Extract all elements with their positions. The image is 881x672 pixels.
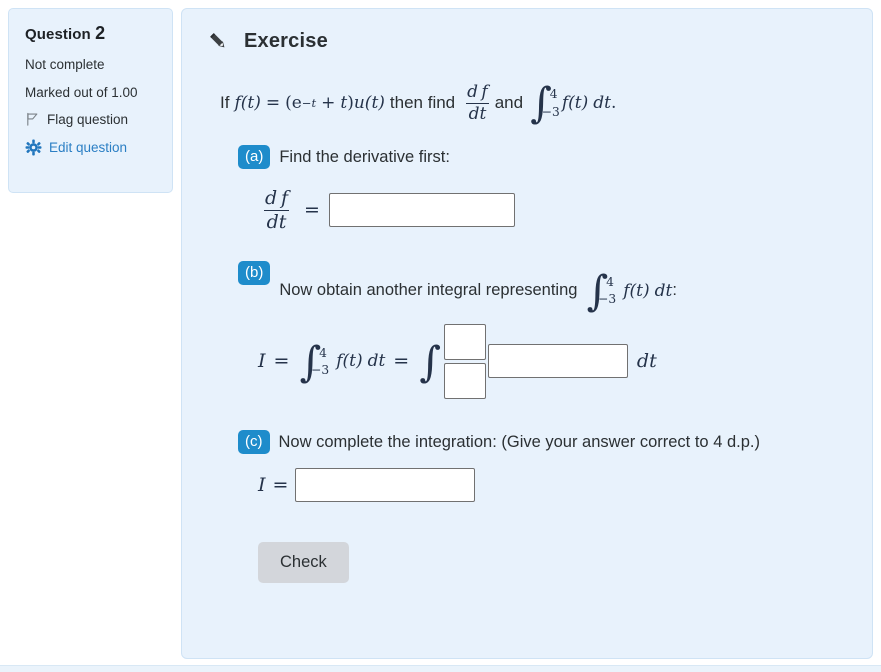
part-a: (a) Find the derivative first: (238, 145, 856, 169)
page-title: Question 2 (25, 23, 160, 44)
part-b-trailing-differential: dt (636, 350, 657, 373)
question-info-panel: Question 2 Not complete Marked out of 1.… (8, 8, 173, 193)
part-c-prompt: Now complete the integration: (Give your… (278, 433, 760, 452)
stmt-equals: = (265, 93, 281, 113)
stmt-open-paren: ( (285, 93, 292, 113)
part-b-known-integral: ∫ 4 −3 (299, 340, 330, 382)
part-b-prompt-integrand: f(t) (623, 280, 650, 301)
part-b-prompt: Now obtain another integral representing… (279, 259, 677, 311)
part-a-equals: = (304, 199, 320, 221)
flag-question-button[interactable]: Flag question (25, 112, 160, 127)
question-number: 2 (95, 23, 106, 43)
stmt-f-of-t: f(t) (234, 93, 261, 113)
stmt-df-dt-fraction: d f dt (464, 83, 491, 123)
stmt-and: and (494, 93, 524, 112)
part-c-badge: (c) (238, 430, 270, 455)
part-b-badge: (b) (238, 261, 271, 285)
part-a-dt-denominator: dt (263, 209, 290, 233)
part-b-blank-integral: ∫ (419, 336, 441, 386)
gear-icon (25, 139, 42, 156)
part-b-prompt-differential: dt (654, 280, 673, 301)
stmt-e-exponent: −t (301, 96, 317, 110)
part-c-I-symbol: I (258, 474, 266, 497)
part-a-answer-row: d f dt = (258, 179, 856, 241)
stmt-t: t (340, 93, 348, 113)
exercise-header: Exercise (206, 29, 856, 53)
part-b-known-differential: dt (367, 351, 386, 372)
stmt-plus: + (321, 93, 336, 113)
part-b-prompt-lower-limit: −3 (598, 292, 617, 307)
stmt-definite-integral: ∫ 4 −3 (530, 82, 560, 124)
part-a-prompt: Find the derivative first: (279, 148, 450, 166)
part-b-I-symbol: I (258, 350, 266, 373)
part-b-prompt-upper-limit: 4 (606, 275, 614, 290)
part-b-equals-1: = (273, 350, 290, 373)
stmt-integral-upper-limit: 4 (549, 87, 558, 102)
flag-outline-icon (25, 112, 40, 127)
part-b: (b) Now obtain another integral represen… (238, 259, 856, 312)
stmt-integrand: f(t) (561, 93, 589, 113)
quiz-page: Question 2 Not complete Marked out of 1.… (0, 0, 881, 672)
edit-question-label: Edit question (49, 140, 128, 155)
stmt-period: . (610, 93, 617, 113)
part-b-lower-limit-input[interactable] (443, 362, 486, 399)
stmt-close-paren: ) (347, 93, 354, 113)
part-c-answer-row: I = (258, 462, 856, 508)
stmt-differential: dt (593, 93, 611, 113)
part-b-integrand-input[interactable] (487, 344, 628, 379)
stmt-then-find: then find (389, 93, 456, 112)
stmt-u-of-t: u(t) (353, 93, 385, 113)
part-b-equals-2: = (393, 350, 410, 373)
part-b-prompt-text: Now obtain another integral representing (279, 281, 578, 300)
part-c-equals: = (272, 474, 289, 497)
page-bottom-strip (0, 665, 881, 672)
question-statement: If f(t) = ( e −t + t ) u(t) then find d … (220, 75, 856, 131)
part-a-df-dt-fraction: d f dt (262, 188, 291, 232)
integral-sign-icon: ∫ (419, 336, 441, 386)
pencil-icon (206, 29, 230, 53)
stmt-if: If (220, 93, 230, 112)
part-c: (c) Now complete the integration: (Give … (238, 430, 856, 455)
part-b-prompt-colon: : (672, 281, 677, 300)
question-content-panel: Exercise If f(t) = ( e −t + t ) u(t) the… (181, 8, 873, 659)
part-b-limit-inputs (443, 323, 486, 399)
part-a-answer-input[interactable] (328, 193, 515, 227)
part-b-known-integrand: f(t) (336, 351, 363, 372)
part-b-known-lower-limit: −3 (311, 363, 330, 377)
edit-question-button[interactable]: Edit question (25, 139, 160, 156)
question-title-prefix: Question (25, 26, 91, 43)
part-b-answer-row: I = ∫ 4 −3 f(t) dt = ∫ dt (258, 322, 856, 400)
part-b-known-upper-limit: 4 (319, 345, 327, 360)
part-a-df-numerator: d f (265, 186, 288, 209)
part-b-upper-limit-input[interactable] (443, 323, 486, 360)
question-grade: Marked out of 1.00 (25, 85, 138, 100)
stmt-df-numerator: d f (467, 82, 488, 103)
flag-question-label: Flag question (47, 112, 129, 127)
stmt-dt-denominator: dt (465, 102, 490, 123)
stmt-integral-lower-limit: −3 (541, 104, 560, 119)
part-b-prompt-integral: ∫ 4 −3 (586, 269, 617, 311)
check-button[interactable]: Check (258, 542, 349, 583)
stmt-e-base: e (291, 93, 302, 113)
part-c-answer-input[interactable] (295, 468, 476, 503)
part-a-badge: (a) (238, 145, 271, 169)
exercise-title: Exercise (244, 29, 328, 52)
question-state: Not complete (25, 57, 105, 72)
